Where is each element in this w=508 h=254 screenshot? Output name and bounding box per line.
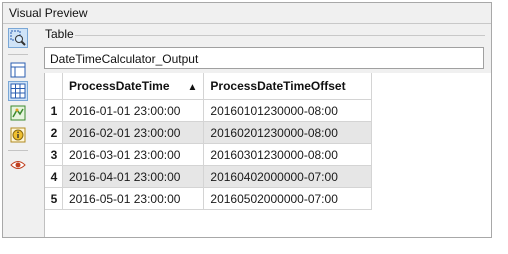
row-number: 3 (45, 143, 63, 166)
cell-processdatetimeoffset[interactable]: 20160502000000-07:00 (203, 187, 373, 210)
section-divider (75, 35, 485, 36)
table-view-icon (10, 83, 26, 99)
table-row[interactable]: 4 2016-04-01 23:00:00 20160402000000-07:00 (45, 165, 373, 188)
single-panel-button[interactable] (8, 60, 28, 80)
table-row[interactable]: 5 2016-05-01 23:00:00 20160502000000-07:00 (45, 187, 373, 210)
header-row: ProcessDateTime ▲ ProcessDateTimeOffset (45, 73, 373, 100)
table-row[interactable]: 2 2016-02-01 23:00:00 20160201230000-08:00 (45, 121, 373, 144)
row-number: 5 (45, 187, 63, 210)
panel-title: Visual Preview (9, 6, 88, 20)
feature-info-icon (10, 127, 26, 143)
data-table: ProcessDateTime ▲ ProcessDateTimeOffset 1… (45, 73, 373, 210)
table-view-button[interactable] (8, 81, 28, 101)
row-number: 4 (45, 165, 63, 188)
table-row[interactable]: 3 2016-03-01 23:00:00 20160301230000-08:00 (45, 143, 373, 166)
cell-processdatetimeoffset[interactable]: 20160201230000-08:00 (203, 121, 373, 144)
cell-processdatetime[interactable]: 2016-02-01 23:00:00 (62, 121, 205, 144)
row-number: 2 (45, 121, 63, 144)
panel-titlebar: Visual Preview (3, 3, 491, 24)
cell-processdatetime[interactable]: 2016-01-01 23:00:00 (62, 99, 205, 122)
row-number: 1 (45, 99, 63, 122)
cell-processdatetimeoffset[interactable]: 20160301230000-08:00 (203, 143, 373, 166)
zoom-select-icon (10, 30, 26, 46)
toolbar-separator (8, 150, 28, 151)
inspector-eye-icon (10, 161, 26, 169)
sort-ascending-icon: ▲ (187, 82, 198, 93)
inspector-eye-button[interactable] (8, 155, 28, 175)
column-header-processdatetimeoffset[interactable]: ProcessDateTimeOffset (203, 73, 373, 100)
graphics-view-button[interactable] (8, 103, 28, 123)
table-section-label: Table (45, 27, 74, 41)
table-body: 1 2016-01-01 23:00:00 20160101230000-08:00… (45, 99, 373, 210)
zoom-select-button[interactable] (8, 28, 28, 48)
preview-toolbar (3, 24, 36, 237)
single-panel-icon (10, 62, 26, 78)
visual-preview-panel: Visual Preview Table DateTimeCalculator_… (2, 2, 492, 238)
data-grid[interactable]: ProcessDateTime ▲ ProcessDateTimeOffset 1… (44, 73, 491, 237)
cell-processdatetimeoffset[interactable]: 20160402000000-07:00 (203, 165, 373, 188)
feature-info-button[interactable] (8, 125, 28, 145)
cell-processdatetime[interactable]: 2016-03-01 23:00:00 (62, 143, 205, 166)
row-number-header (45, 73, 63, 100)
cell-processdatetime[interactable]: 2016-05-01 23:00:00 (62, 187, 205, 210)
column-header-processdatetime[interactable]: ProcessDateTime ▲ (62, 73, 205, 100)
graphics-view-icon (10, 105, 26, 121)
table-name-value: DateTimeCalculator_Output (50, 52, 199, 66)
toolbar-separator (8, 54, 28, 55)
table-name-field[interactable]: DateTimeCalculator_Output (44, 47, 484, 69)
column-header-label: ProcessDateTime (69, 79, 170, 93)
table-row[interactable]: 1 2016-01-01 23:00:00 20160101230000-08:00 (45, 99, 373, 122)
cell-processdatetime[interactable]: 2016-04-01 23:00:00 (62, 165, 205, 188)
column-header-label: ProcessDateTimeOffset (210, 79, 346, 93)
cell-processdatetimeoffset[interactable]: 20160101230000-08:00 (203, 99, 373, 122)
